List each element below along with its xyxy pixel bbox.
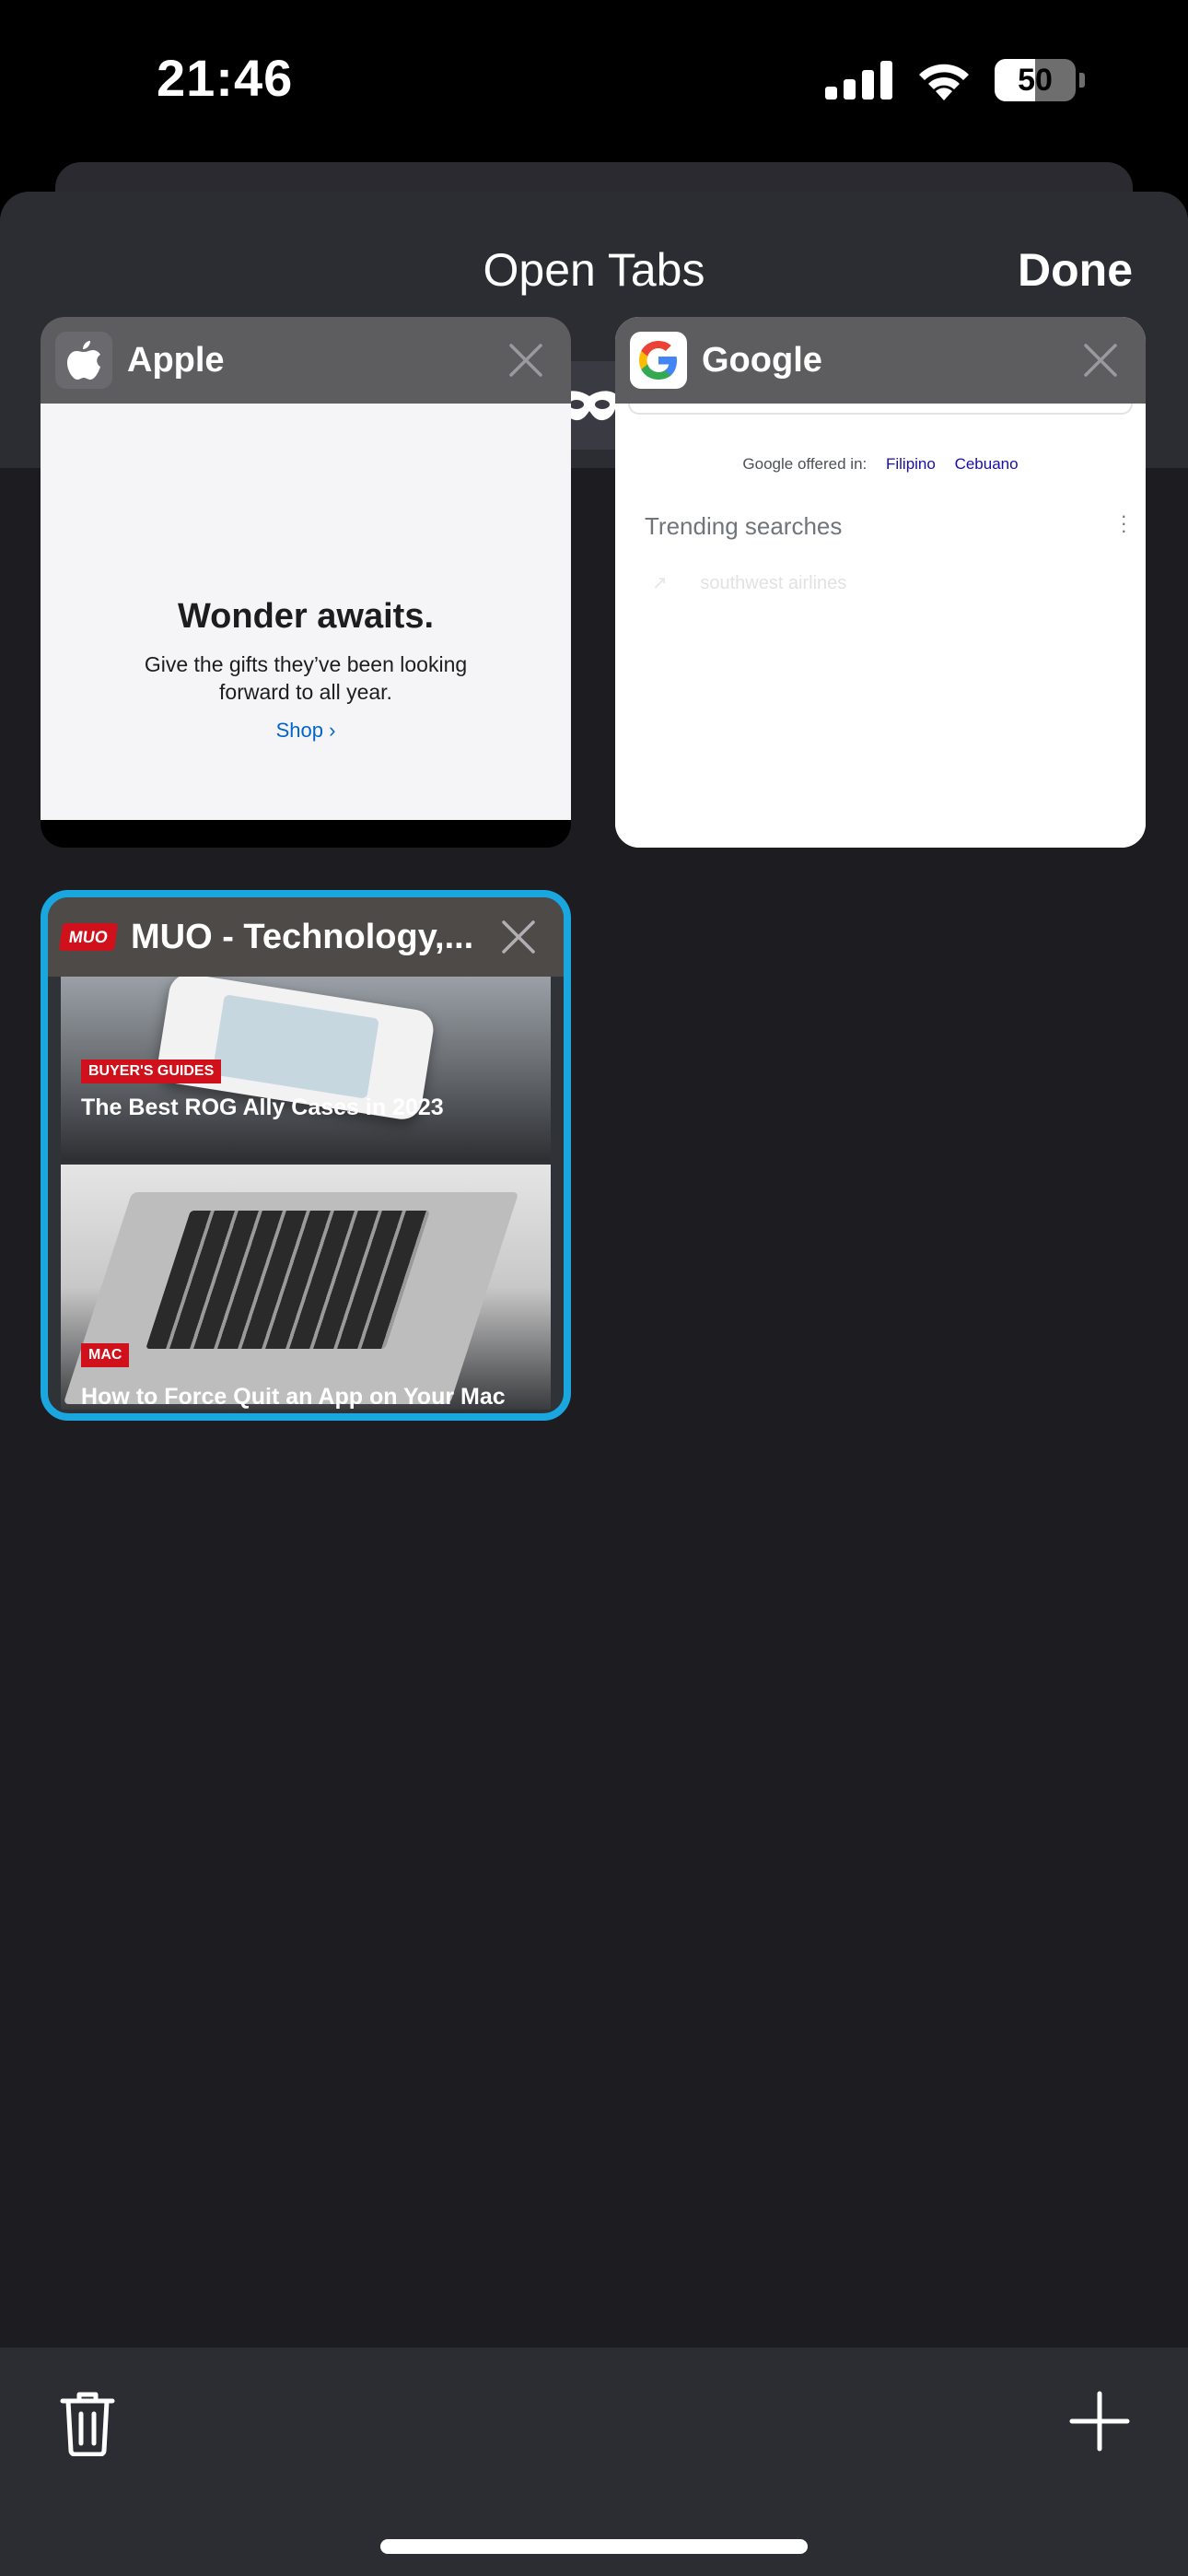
done-button[interactable]: Done [1018,243,1133,297]
apple-logo-icon [55,332,112,389]
close-icon [509,344,542,377]
trash-icon [60,2392,115,2457]
language-link: Filipino [885,455,936,473]
search-box-edge [628,404,1133,415]
trending-item: ↗ southwest airlines [652,571,846,594]
tab-card-apple[interactable]: Apple Wonder awaits. Give the gifts they… [41,317,571,848]
bottom-toolbar [0,2348,1188,2576]
close-tab-button[interactable] [1068,328,1133,392]
trending-searches-heading: Trending searches [645,512,843,540]
article-image-macbook [61,1165,551,1410]
tab-preview: BUYER'S GUIDES The Best ROG Ally Cases i… [61,977,551,1410]
tab-titlebar: Apple [41,317,571,404]
tab-switcher-sheet: Open Tabs Done 3 [0,192,1188,2576]
more-options-icon: · · · [1120,504,1127,542]
category-tag: MAC [81,1343,130,1367]
tab-preview: Google offered in: Filipino Cebuano Tren… [615,404,1146,848]
tab-card-muo[interactable]: MUO MUO - Technology,... BUYER'S GUIDES … [41,890,571,1421]
offered-in-label: Google offered in: [742,455,868,473]
new-tab-button[interactable] [1066,2388,1133,2454]
home-indicator[interactable] [380,2539,808,2554]
battery-indicator: 50 [995,59,1076,101]
laptop-graphic [63,1192,519,1404]
close-icon [1084,344,1117,377]
tab-title: Google [702,340,822,380]
tab-title: MUO - Technology,... [131,917,474,956]
wifi-icon [919,64,969,100]
preview-subline: Give the gifts they’ve been looking forw… [144,652,468,704]
tab-titlebar: Google [615,317,1146,404]
article-headline: How to Force Quit an App on Your Mac [81,1384,506,1410]
cellular-signal-icon [825,61,892,100]
tab-title: Apple [127,340,225,380]
plus-icon [1069,2391,1130,2452]
language-link: Cebuano [954,455,1019,473]
tab-titlebar: MUO MUO - Technology,... [48,897,564,977]
page-title: Open Tabs [483,244,705,296]
category-tag: BUYER'S GUIDES [81,1060,222,1083]
close-tab-button[interactable] [486,905,551,969]
trending-arrow-icon: ↗ [652,573,668,593]
preview-shop-link: Shop › [275,719,336,742]
status-time: 21:46 [157,49,294,107]
battery-nub [1079,73,1085,88]
tab-card-google[interactable]: Google Google offered in: Filipino Cebua… [615,317,1146,848]
preview-headline: Wonder awaits. [177,597,435,636]
status-bar: 21:46 50 [0,0,1188,162]
close-all-tabs-button[interactable] [59,2390,116,2457]
close-tab-button[interactable] [494,328,558,392]
google-offered-in: Google offered in: Filipino Cebuano [615,455,1146,474]
muo-logo-icon: MUO [58,923,119,951]
article-headline: The Best ROG Ally Cases in 2023 [81,1095,444,1120]
google-logo-icon [630,332,687,389]
battery-percent: 50 [1018,62,1053,98]
trending-item-label: southwest airlines [700,573,847,593]
tab-preview: Wonder awaits. Give the gifts they’ve be… [41,404,571,820]
status-icons: 50 [825,59,1085,101]
close-icon [502,920,535,954]
